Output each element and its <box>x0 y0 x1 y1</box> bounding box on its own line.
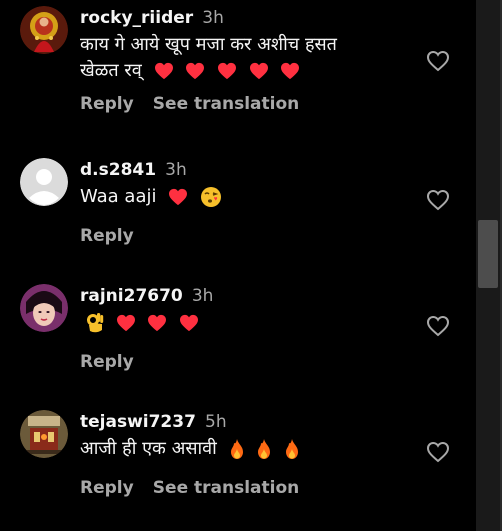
heart-outline-icon[interactable] <box>426 441 450 463</box>
comment-timestamp[interactable]: 3h <box>192 286 214 306</box>
comment-text: Waa aaji <box>80 184 410 210</box>
comment-text-line: खेळत रव् <box>80 58 410 84</box>
comment-timestamp[interactable]: 3h <box>202 8 224 28</box>
heart-outline-icon[interactable] <box>426 189 450 211</box>
see-translation-button[interactable]: See translation <box>153 94 299 114</box>
comment-text <box>80 310 410 336</box>
comment-text-fragment: खेळत रव् <box>80 60 142 81</box>
ok-hand-icon <box>86 312 104 334</box>
comment-text-fragment: आजी ही एक असावी <box>80 438 217 459</box>
reply-button[interactable]: Reply <box>80 478 134 498</box>
fire-icon <box>256 438 272 460</box>
reply-button[interactable]: Reply <box>80 226 134 246</box>
comment-username[interactable]: d.s2841 <box>80 160 156 180</box>
red-heart-icon <box>185 62 205 80</box>
comment-username[interactable]: tejaswi7237 <box>80 412 196 432</box>
comment-text: आजी ही एक असावी <box>80 436 410 462</box>
comment-text: काय गे आये खूप मजा कर अशीच हसत खेळत रव् <box>80 32 410 84</box>
heart-outline-icon[interactable] <box>426 315 450 337</box>
comment-text-fragment: Waa aaji <box>80 186 157 207</box>
face-blowing-kiss-icon <box>200 186 222 208</box>
heart-outline-icon[interactable] <box>426 50 450 72</box>
comment-timestamp[interactable]: 3h <box>165 160 187 180</box>
reply-button[interactable]: Reply <box>80 352 134 372</box>
avatar[interactable] <box>20 6 68 54</box>
red-heart-icon <box>280 62 300 80</box>
see-translation-button[interactable]: See translation <box>153 478 299 498</box>
red-heart-icon <box>116 314 136 332</box>
red-heart-icon <box>154 62 174 80</box>
reply-button[interactable]: Reply <box>80 94 134 114</box>
comment-timestamp[interactable]: 5h <box>205 412 227 432</box>
comments-list: rocky_riider 3h काय गे आये खूप मजा कर अश… <box>0 0 474 531</box>
red-heart-icon <box>217 62 237 80</box>
scrollbar-thumb[interactable] <box>478 220 498 288</box>
scrollbar[interactable] <box>476 0 500 531</box>
red-heart-icon <box>249 62 269 80</box>
avatar[interactable] <box>20 158 68 206</box>
comment-username[interactable]: rocky_riider <box>80 8 193 28</box>
comment-text-line: काय गे आये खूप मजा कर अशीच हसत <box>80 34 337 55</box>
avatar[interactable] <box>20 284 68 332</box>
red-heart-icon <box>168 188 188 206</box>
comment-username[interactable]: rajni27670 <box>80 286 183 306</box>
fire-icon <box>284 438 300 460</box>
red-heart-icon <box>147 314 167 332</box>
fire-icon <box>229 438 245 460</box>
avatar[interactable] <box>20 410 68 458</box>
red-heart-icon <box>179 314 199 332</box>
